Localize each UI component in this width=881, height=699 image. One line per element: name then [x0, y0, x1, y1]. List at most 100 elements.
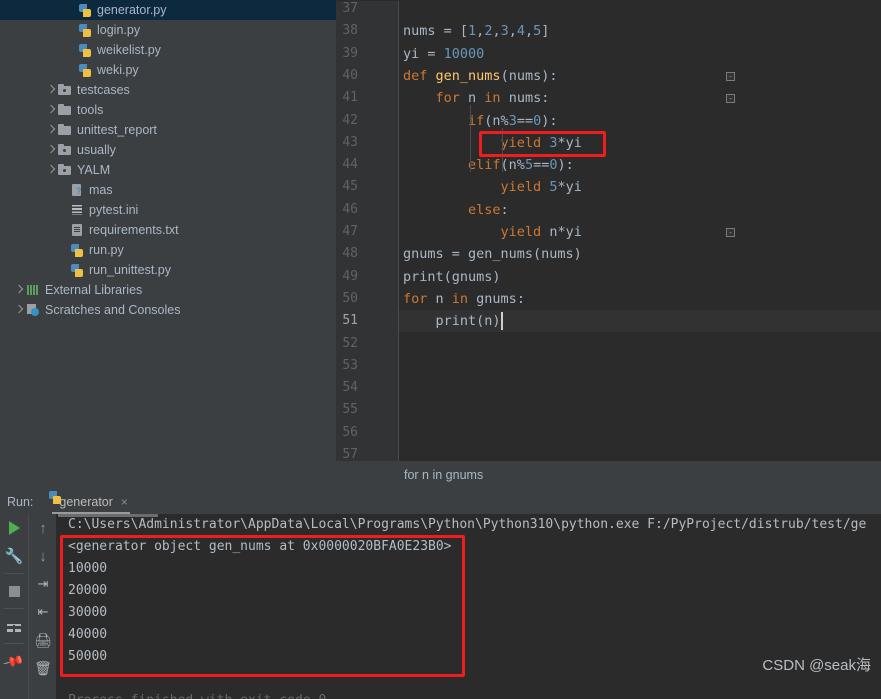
code-line[interactable] [399, 399, 881, 421]
code-line[interactable]: elif(n%5==0): [399, 154, 881, 176]
print-button[interactable]: 🖨 [29, 626, 57, 654]
tree-item-tools[interactable]: tools [0, 100, 336, 120]
code-line[interactable]: nums = [1,2,3,4,5] [399, 20, 881, 42]
tree-item-pytest-ini[interactable]: pytest.ini [0, 200, 336, 220]
tree-item-requirements-txt[interactable]: requirements.txt [0, 220, 336, 240]
run-tool-window[interactable]: Run: generator × 🔧 📌 ↑ ↓ ⇥ ⇤ 🖨 🗑 C:\User… [0, 489, 881, 699]
code-line[interactable]: print(gnums) [399, 266, 881, 288]
scroll-end-icon: ⇤ [37, 604, 49, 619]
tree-item-label: mas [89, 183, 113, 197]
code-line[interactable] [399, 444, 881, 461]
play-icon [8, 521, 20, 535]
code-line[interactable]: yi = 10000 [399, 43, 881, 65]
code-line[interactable]: yield n*yi [399, 221, 881, 243]
tree-item-scratches-and-consoles[interactable]: Scratches and Consoles [0, 300, 336, 320]
tree-item-unittest-report[interactable]: unittest_report [0, 120, 336, 140]
arrow-down-icon: ↓ [39, 547, 47, 565]
chevron-right-icon[interactable] [14, 305, 25, 316]
chevron-right-icon[interactable] [46, 105, 57, 116]
layout-button[interactable] [0, 612, 28, 640]
line-number: 55 [342, 402, 358, 418]
code-fold-toggle[interactable]: - [726, 71, 735, 81]
run-toolbar-left[interactable]: 🔧 📌 [0, 514, 28, 699]
clear-all-button[interactable]: 🗑 [29, 654, 57, 682]
tree-item-label: login.py [97, 23, 141, 37]
line-number: 45 [342, 179, 358, 195]
edit-configurations-button[interactable]: 🔧 [0, 542, 28, 570]
soft-wrap-button[interactable]: ⇥ [29, 570, 57, 598]
arrow-placeholder [58, 205, 69, 216]
down-stacktrace-button[interactable]: ↓ [29, 542, 57, 570]
up-stacktrace-button[interactable]: ↑ [29, 514, 57, 542]
tree-item-run-unittest-py[interactable]: run_unittest.py [0, 260, 336, 280]
code-fold-toggle[interactable]: - [726, 94, 735, 104]
tree-item-mas[interactable]: ? mas [0, 180, 336, 200]
tree-item-weikelist-py[interactable]: weikelist.py [0, 40, 336, 60]
code-line[interactable]: yield 5*yi [399, 176, 881, 198]
editor-code-area[interactable]: nums = [1,2,3,4,5] yi = 10000 def gen_nums… [399, 0, 881, 461]
stop-button[interactable] [0, 577, 28, 605]
chevron-right-icon[interactable] [46, 165, 57, 176]
run-tab-generator[interactable]: generator × [47, 489, 135, 514]
chevron-right-icon[interactable] [46, 125, 57, 136]
code-line[interactable]: else: [399, 199, 881, 221]
code-line[interactable]: for n in gnums: [399, 288, 881, 310]
tree-item-generator-py[interactable]: generator.py [0, 0, 336, 20]
pin-icon: 📌 [2, 649, 26, 672]
code-line[interactable] [399, 333, 881, 355]
indent-guide [502, 127, 503, 173]
tree-item-login-py[interactable]: login.py [0, 20, 336, 40]
code-line[interactable] [399, 377, 881, 399]
code-line[interactable]: print(n) [399, 310, 881, 333]
scroll-to-end-button[interactable]: ⇤ [29, 598, 57, 626]
arrow-placeholder [66, 45, 77, 56]
chevron-right-icon[interactable] [46, 85, 57, 96]
code-line[interactable]: gnums = gen_nums(nums) [399, 243, 881, 265]
tree-item-run-py[interactable]: run.py [0, 240, 336, 260]
arrow-placeholder [66, 5, 77, 16]
code-editor[interactable]: 37 38 39 40 41 42 43 44 45 46 47 48 49 50 51 52 53 54 55 56… [336, 0, 881, 461]
tree-item-testcases[interactable]: testcases [0, 80, 336, 100]
arrow-placeholder [66, 65, 77, 76]
code-line[interactable]: for n in nums: [399, 87, 881, 109]
close-icon[interactable]: × [121, 495, 128, 509]
line-number: 47 [342, 224, 358, 239]
python-file-icon [69, 262, 85, 278]
line-number: 46 [342, 201, 358, 217]
tree-item-label: tools [77, 103, 104, 117]
editor-fold-column[interactable] [392, 0, 399, 461]
editor-gutter[interactable]: 37 38 39 40 41 42 43 44 45 46 47 48 49 50 51 52 53 54 55 56… [336, 0, 392, 461]
editor-top-divider [336, 0, 881, 1]
code-line[interactable] [399, 422, 881, 444]
console-scrollbar[interactable] [58, 514, 158, 517]
chevron-right-icon[interactable] [46, 145, 57, 156]
chevron-right-icon[interactable] [14, 285, 25, 296]
line-number: 43 [342, 134, 358, 150]
python-file-icon [69, 242, 85, 258]
unknown-file-icon: ? [69, 182, 85, 198]
divider [4, 608, 24, 609]
tree-item-yalm[interactable]: YALM [0, 160, 336, 180]
line-number: 42 [342, 112, 358, 128]
tree-item-external-libraries[interactable]: External Libraries [0, 280, 336, 300]
tree-item-usually[interactable]: usually [0, 140, 336, 160]
code-line[interactable]: if(n%3==0): [399, 110, 881, 132]
run-tab-bar[interactable]: Run: generator × [0, 489, 881, 514]
tree-item-label: generator.py [97, 3, 167, 17]
pin-tab-button[interactable]: 📌 [0, 647, 28, 675]
code-line[interactable] [399, 0, 881, 20]
code-line[interactable] [399, 355, 881, 377]
line-number: 49 [342, 268, 358, 284]
line-number: 39 [342, 45, 358, 61]
code-fold-toggle[interactable]: - [726, 228, 735, 237]
run-console-output[interactable]: C:\Users\Administrator\AppData\Local\Pro… [56, 514, 881, 699]
tree-item-label: External Libraries [45, 283, 143, 297]
folder-package-icon [57, 162, 73, 178]
tree-item-label: Scratches and Consoles [45, 303, 181, 317]
rerun-button[interactable] [0, 514, 28, 542]
run-toolbar-right[interactable]: ↑ ↓ ⇥ ⇤ 🖨 🗑 [28, 514, 56, 699]
project-tree-panel[interactable]: generator.py login.py weikelist.py weki.py t… [0, 0, 336, 489]
tree-item-weki-py[interactable]: weki.py [0, 60, 336, 80]
code-line[interactable]: def gen_nums(nums): [399, 65, 881, 87]
code-line[interactable]: yield 3*yi [399, 132, 881, 154]
